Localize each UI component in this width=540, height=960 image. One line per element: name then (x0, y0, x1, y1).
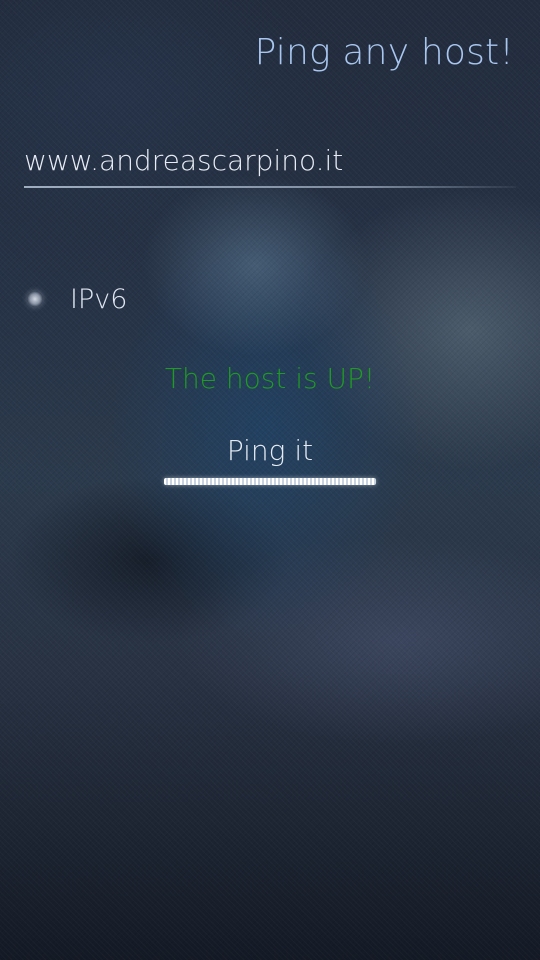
ping-button-label: Ping it (226, 434, 314, 467)
host-input-underline (24, 186, 516, 188)
switch-indicator-icon[interactable] (20, 284, 50, 314)
ipv6-switch-label: IPv6 (70, 283, 128, 315)
ipv6-switch[interactable]: IPv6 (20, 276, 127, 322)
host-input[interactable] (24, 138, 516, 184)
ping-button-highlight (164, 478, 376, 485)
switch-dot (27, 291, 43, 307)
page-title: Ping any host! (254, 32, 514, 73)
ping-button[interactable]: Ping it (160, 428, 380, 490)
host-field[interactable] (24, 138, 516, 188)
status-text: The host is UP! (164, 362, 376, 395)
